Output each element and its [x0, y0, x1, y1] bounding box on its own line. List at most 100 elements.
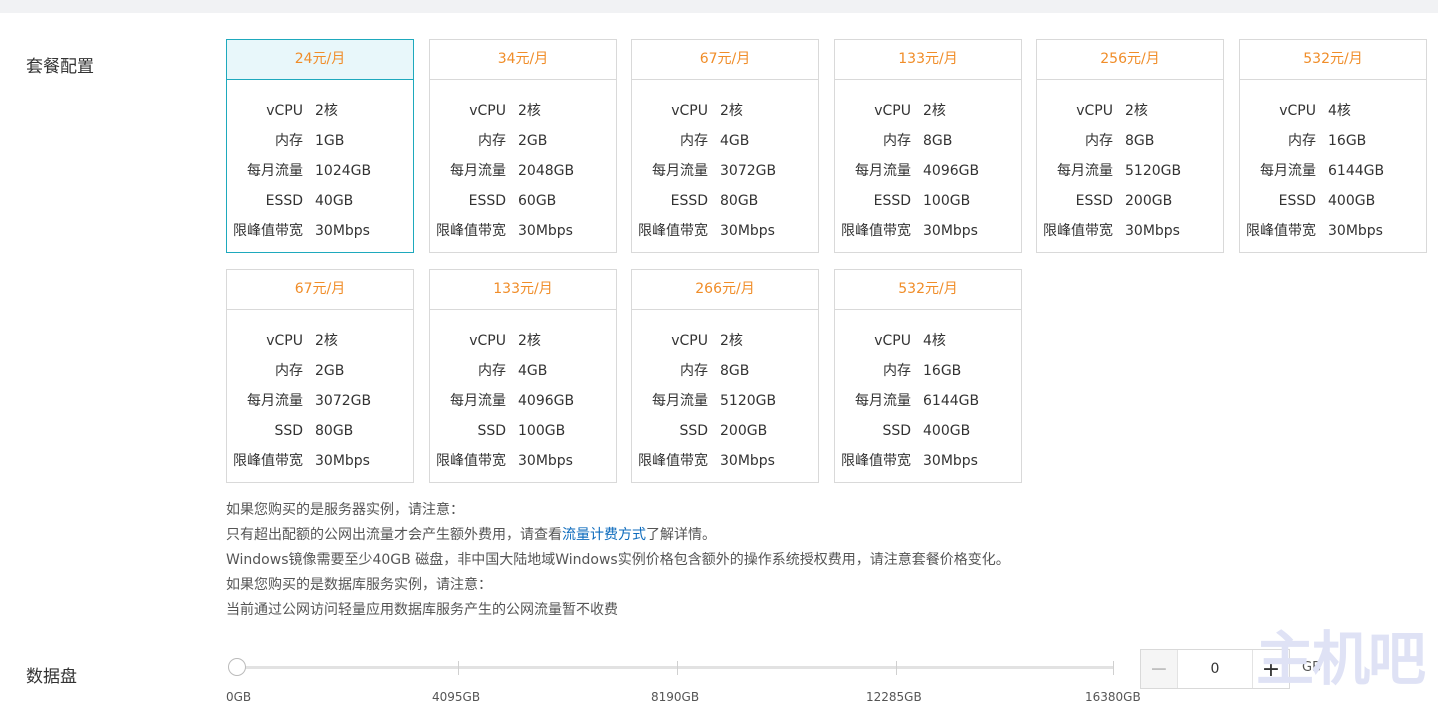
spec-value: 4096GB [923, 163, 980, 179]
spec-value: 80GB [315, 423, 354, 439]
plan-specs: vCPU 2核 内存 1GB 每月流量 1024GB ESSD 40GB 限峰值带宽 30Mbps [227, 80, 413, 246]
spec-value: 40GB [315, 193, 354, 209]
spec-key: 内存 [478, 133, 506, 149]
spec-value: 30Mbps [518, 453, 573, 469]
spec-value: 2核 [315, 103, 338, 119]
spec-key: vCPU [671, 103, 708, 119]
spec-row: vCPU 4核 [835, 326, 1021, 356]
traffic-billing-link[interactable]: 流量计费方式 [562, 527, 646, 543]
spec-value: 30Mbps [1125, 223, 1180, 239]
spec-row: 限峰值带宽 30Mbps [430, 446, 616, 476]
plan-card[interactable]: 256元/月 vCPU 2核 内存 8GB 每月流量 5120GB ESSD 200GB 限峰值带… [1036, 39, 1224, 253]
spec-key: 内存 [680, 133, 708, 149]
spec-row: SSD 80GB [227, 416, 413, 446]
plan-card[interactable]: 67元/月 vCPU 2核 内存 2GB 每月流量 3072GB SSD 80GB 限峰值带宽 30… [226, 269, 414, 483]
spec-row: vCPU 2核 [227, 96, 413, 126]
spec-row: SSD 200GB [632, 416, 818, 446]
spec-value: 4096GB [518, 393, 575, 409]
spec-key: 限峰值带宽 [436, 223, 506, 239]
spec-key: 每月流量 [450, 393, 506, 409]
spec-key: 内存 [275, 133, 303, 149]
spec-value: 8GB [923, 133, 953, 149]
spec-row: 内存 8GB [835, 126, 1021, 156]
spec-key: SSD [679, 423, 708, 439]
note-server-heading: 如果您购买的是服务器实例，请注意： [226, 502, 464, 518]
slider-tick [896, 661, 897, 675]
spec-row: vCPU 2核 [227, 326, 413, 356]
note-windows: Windows镜像需要至少40GB 磁盘，非中国大陆地域Windows实例价格包… [226, 552, 1010, 568]
spec-row: ESSD 100GB [835, 186, 1021, 216]
spec-key: ESSD [670, 193, 708, 209]
spec-value: 4GB [518, 363, 548, 379]
tick-label-4: 16380GB [1085, 690, 1141, 704]
spec-row: 内存 4GB [632, 126, 818, 156]
spec-value: 16GB [923, 363, 962, 379]
plan-card[interactable]: 266元/月 vCPU 2核 内存 8GB 每月流量 5120GB SSD 200GB 限峰值带宽… [631, 269, 819, 483]
spec-row: vCPU 2核 [430, 326, 616, 356]
disk-size-input[interactable]: 0 [1178, 650, 1252, 688]
spec-value: 8GB [720, 363, 750, 379]
spec-key: 内存 [883, 363, 911, 379]
spec-row: ESSD 80GB [632, 186, 818, 216]
spec-key: 每月流量 [247, 163, 303, 179]
spec-key: 每月流量 [1057, 163, 1113, 179]
spec-value: 3072GB [315, 393, 372, 409]
spec-row: 每月流量 4096GB [430, 386, 616, 416]
spec-row: 内存 2GB [430, 126, 616, 156]
spec-value: 8GB [1125, 133, 1155, 149]
spec-row: 每月流量 2048GB [430, 156, 616, 186]
spec-value: 4核 [923, 333, 946, 349]
slider-tick [677, 661, 678, 675]
slider-tick [458, 661, 459, 675]
spec-key: 每月流量 [450, 163, 506, 179]
spec-row: SSD 100GB [430, 416, 616, 446]
spec-row: 内存 8GB [632, 356, 818, 386]
spec-value: 4GB [720, 133, 750, 149]
spec-row: 每月流量 3072GB [227, 386, 413, 416]
plan-card[interactable]: 67元/月 vCPU 2核 内存 4GB 每月流量 3072GB ESSD 80GB 限峰值带宽 3… [631, 39, 819, 253]
plan-specs: vCPU 2核 内存 2GB 每月流量 2048GB ESSD 60GB 限峰值带宽 30Mbps [430, 80, 616, 246]
spec-row: vCPU 2核 [430, 96, 616, 126]
spec-row: ESSD 200GB [1037, 186, 1223, 216]
plan-price: 133元/月 [430, 270, 616, 310]
spec-key: ESSD [1075, 193, 1113, 209]
spec-value: 100GB [518, 423, 566, 439]
plan-card[interactable]: 532元/月 vCPU 4核 内存 16GB 每月流量 6144GB ESSD 400GB 限峰值… [1239, 39, 1427, 253]
spec-key: 内存 [1288, 133, 1316, 149]
plan-card[interactable]: 34元/月 vCPU 2核 内存 2GB 每月流量 2048GB ESSD 60GB 限峰值带宽 3… [429, 39, 617, 253]
spec-row: 限峰值带宽 30Mbps [227, 216, 413, 246]
spec-key: 每月流量 [652, 163, 708, 179]
spec-row: vCPU 2核 [835, 96, 1021, 126]
spec-key: vCPU [469, 333, 506, 349]
spec-value: 2核 [315, 333, 338, 349]
spec-key: SSD [882, 423, 911, 439]
spec-value: 30Mbps [720, 223, 775, 239]
decrement-button[interactable]: − [1141, 650, 1178, 688]
spec-key: 限峰值带宽 [436, 453, 506, 469]
spec-value: 2核 [923, 103, 946, 119]
spec-key: vCPU [266, 103, 303, 119]
spec-key: vCPU [874, 103, 911, 119]
disk-slider-handle[interactable] [228, 658, 246, 676]
plan-specs: vCPU 2核 内存 8GB 每月流量 5120GB ESSD 200GB 限峰值带宽 30Mbp… [1037, 80, 1223, 246]
plan-card[interactable]: 532元/月 vCPU 4核 内存 16GB 每月流量 6144GB SSD 400GB 限峰值带… [834, 269, 1022, 483]
note-traffic-text: 只有超出配额的公网出流量才会产生额外费用，请查看 [226, 527, 562, 543]
spec-value: 4核 [1328, 103, 1351, 119]
spec-key: 限峰值带宽 [841, 453, 911, 469]
plan-card[interactable]: 24元/月 vCPU 2核 内存 1GB 每月流量 1024GB ESSD 40GB 限峰值带宽 3… [226, 39, 414, 253]
top-bar [0, 0, 1438, 13]
spec-row: 每月流量 1024GB [227, 156, 413, 186]
spec-key: 每月流量 [1260, 163, 1316, 179]
spec-value: 2048GB [518, 163, 575, 179]
watermark-logo: 主机吧 [1256, 625, 1426, 693]
spec-key: 限峰值带宽 [638, 223, 708, 239]
package-config-label: 套餐配置 [26, 57, 94, 77]
plan-price: 266元/月 [632, 270, 818, 310]
spec-key: vCPU [874, 333, 911, 349]
plan-price: 133元/月 [835, 40, 1021, 80]
tick-label-1: 4095GB [432, 690, 481, 704]
spec-key: 内存 [275, 363, 303, 379]
plan-card[interactable]: 133元/月 vCPU 2核 内存 8GB 每月流量 4096GB ESSD 100GB 限峰值带… [834, 39, 1022, 253]
plan-card[interactable]: 133元/月 vCPU 2核 内存 4GB 每月流量 4096GB SSD 100GB 限峰值带宽… [429, 269, 617, 483]
spec-row: 内存 8GB [1037, 126, 1223, 156]
